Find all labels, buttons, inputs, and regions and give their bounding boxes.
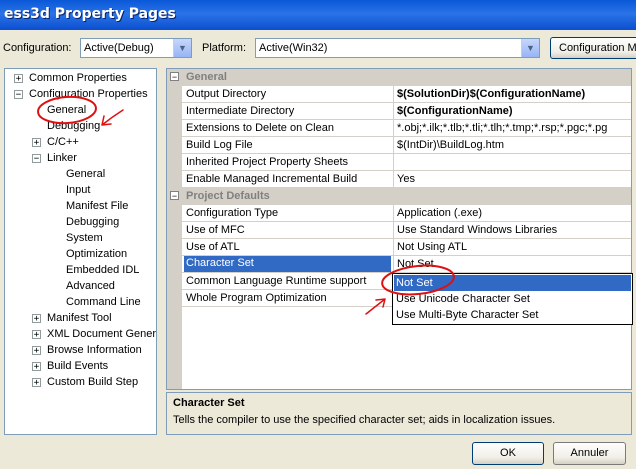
property-row[interactable]: Output Directory $(SolutionDir)$(Configur… [167,86,631,103]
tree-item-configuration-properties[interactable]: Configuration Properties [29,86,148,102]
option-multi-byte[interactable]: Use Multi-Byte Character Set [394,307,631,323]
tree-item-c-cpp[interactable]: C/C++ [47,134,79,150]
category-label: Project Defaults [186,190,270,202]
platform-combo[interactable]: Active(Win32) ▼ [255,38,540,58]
expand-icon[interactable]: + [32,138,41,148]
property-value: $(IntDir)\BuildLog.htm [397,139,504,151]
tree-item-linker-manifest-file[interactable]: Manifest File [66,198,128,214]
tree-item-xml-document-generator[interactable]: XML Document Genera [47,326,156,342]
property-row[interactable]: Use of ATL Not Using ATL [167,239,631,256]
description-title: Character Set [173,397,245,409]
toolbar: Configuration: Active(Debug) ▼ Platform:… [0,34,636,62]
description-text: Tells the compiler to use the specified … [173,414,556,426]
collapse-icon[interactable]: − [170,191,179,201]
property-name: Inherited Project Property Sheets [186,156,349,168]
property-value: $(SolutionDir)$(ConfigurationName) [397,88,586,100]
property-name: Character Set [184,256,391,272]
property-row-character-set[interactable]: Character Set Not Set [167,256,631,273]
property-row[interactable]: Build Log File $(IntDir)\BuildLog.htm [167,137,631,154]
property-value: Application (.exe) [397,207,482,219]
tree-item-general[interactable]: General [47,102,86,118]
expand-icon[interactable]: + [32,378,41,388]
ok-button[interactable]: OK [472,442,544,465]
property-row[interactable]: Configuration Type Application (.exe) [167,205,631,222]
configuration-value: Active(Debug) [84,42,154,54]
window-title: ess3d Property Pages [0,0,636,30]
property-name: Extensions to Delete on Clean [186,122,334,134]
property-name: Enable Managed Incremental Build [186,173,358,185]
property-name: Common Language Runtime support [186,275,367,287]
property-row[interactable]: Extensions to Delete on Clean *.obj;*.ilk… [167,120,631,137]
expand-icon[interactable]: + [32,346,41,356]
grid-gutter [167,307,182,389]
property-row[interactable]: Intermediate Directory $(ConfigurationNam… [167,103,631,120]
tree-item-linker-input[interactable]: Input [66,182,90,198]
description-pane: Character Set Tells the compiler to use … [166,392,632,435]
property-name: Whole Program Optimization [186,292,327,304]
tree-item-browse-information[interactable]: Browse Information [47,342,142,358]
property-tree: + Common Properties − Configuration Prop… [4,68,157,435]
collapse-icon[interactable]: − [14,90,23,100]
tree-item-linker-debugging[interactable]: Debugging [66,214,119,230]
chevron-down-icon[interactable]: ▼ [173,39,191,57]
property-name: Build Log File [186,139,253,151]
chevron-down-icon[interactable]: ▼ [521,39,539,57]
expand-icon[interactable]: + [32,314,41,324]
collapse-icon[interactable]: − [32,154,41,164]
property-name: Intermediate Directory [186,105,295,117]
cancel-button[interactable]: Annuler [553,442,626,465]
configuration-label: Configuration: [3,42,72,54]
property-name: Use of ATL [186,241,240,253]
property-name: Use of MFC [186,224,245,236]
tree-item-build-events[interactable]: Build Events [47,358,108,374]
tree-item-linker-general[interactable]: General [66,166,105,182]
tree-item-linker-command-line[interactable]: Command Line [66,294,141,310]
category-label: General [186,71,227,83]
property-value: $(ConfigurationName) [397,105,513,117]
property-value: Not Using ATL [397,241,468,253]
character-set-dropdown[interactable]: Not Set Use Unicode Character Set Use Mu… [392,273,633,325]
expand-icon[interactable]: + [14,74,23,84]
property-value: Yes [397,173,415,185]
platform-label: Platform: [202,42,247,54]
option-unicode[interactable]: Use Unicode Character Set [394,291,631,307]
property-name: Configuration Type [186,207,279,219]
expand-icon[interactable]: + [32,330,41,340]
tree-item-linker-optimization[interactable]: Optimization [66,246,127,262]
tree-item-linker[interactable]: Linker [47,150,77,166]
tree-item-custom-build-step[interactable]: Custom Build Step [47,374,138,390]
configuration-manager-button[interactable]: Configuration M [550,37,636,59]
tree-item-linker-embedded-idl[interactable]: Embedded IDL [66,262,139,278]
option-not-set[interactable]: Not Set [394,275,631,291]
platform-value: Active(Win32) [259,42,328,54]
property-grid: − General Output Directory $(SolutionDir)… [166,68,632,390]
collapse-icon[interactable]: − [170,72,179,82]
tree-item-common-properties[interactable]: Common Properties [29,70,127,86]
property-value: Use Standard Windows Libraries [397,224,558,236]
tree-item-manifest-tool[interactable]: Manifest Tool [47,310,112,326]
tree-item-linker-advanced[interactable]: Advanced [66,278,115,294]
expand-icon[interactable]: + [32,362,41,372]
category-project-defaults[interactable]: − Project Defaults [167,188,631,205]
property-value: *.obj;*.ilk;*.tlb;*.tli;*.tlh;*.tmp;*.rs… [397,122,608,134]
property-name: Output Directory [186,88,267,100]
tree-item-debugging[interactable]: Debugging [47,118,100,134]
property-row[interactable]: Enable Managed Incremental Build Yes [167,171,631,188]
property-row[interactable]: Inherited Project Property Sheets [167,154,631,171]
category-general[interactable]: − General [167,69,631,86]
tree-item-linker-system[interactable]: System [66,230,103,246]
configuration-combo[interactable]: Active(Debug) ▼ [80,38,192,58]
property-row[interactable]: Use of MFC Use Standard Windows Libraries [167,222,631,239]
property-value[interactable]: Not Set [397,258,434,270]
